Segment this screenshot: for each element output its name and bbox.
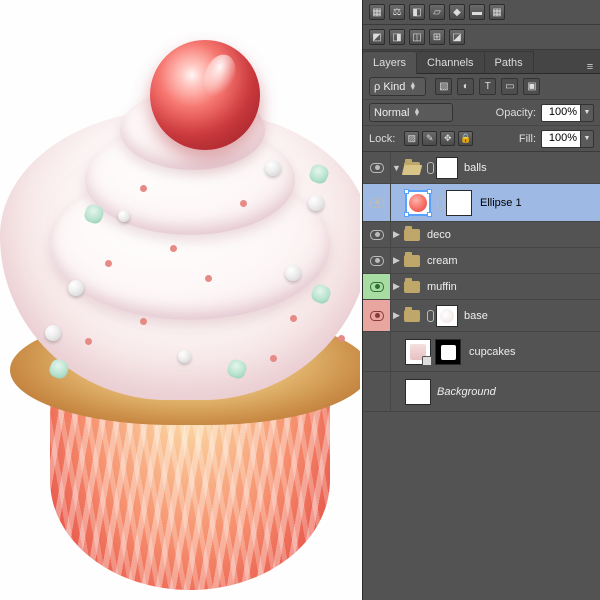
panel-menu-icon[interactable]: ≡: [580, 61, 600, 73]
tab-channels[interactable]: Channels: [417, 51, 484, 73]
visibility-toggle[interactable]: [363, 222, 391, 247]
option-icon[interactable]: ◧: [409, 4, 425, 20]
link-icon: [427, 310, 434, 322]
eye-icon: [370, 282, 384, 292]
layer-row-cupcakes[interactable]: cupcakes: [363, 332, 600, 372]
filter-type-icon[interactable]: T: [479, 78, 496, 95]
option-icon[interactable]: ◫: [409, 29, 425, 45]
option-icon[interactable]: ▱: [429, 4, 445, 20]
mask-thumbnail[interactable]: [435, 339, 461, 365]
opacity-input[interactable]: 100%: [541, 104, 581, 122]
panel-dock: ▦ ⚖ ◧ ▱ ◆ ▬ ▦ ◩ ◨ ◫ ⊞ ◪ Layers Channels …: [362, 0, 600, 600]
chevron-updown-icon: ▲▼: [413, 109, 425, 117]
visibility-toggle[interactable]: [363, 248, 391, 273]
option-icon[interactable]: ◪: [449, 29, 465, 45]
folder-icon: [404, 229, 420, 241]
layer-row-base[interactable]: ▶ base: [363, 300, 600, 332]
lock-label: Lock:: [369, 133, 395, 145]
filter-shape-icon[interactable]: ▭: [501, 78, 518, 95]
eye-icon: [370, 230, 384, 240]
mask-thumbnail[interactable]: [446, 190, 472, 216]
disclosure-triangle[interactable]: ▼: [391, 162, 402, 173]
visibility-toggle[interactable]: [363, 332, 391, 371]
mask-thumbnail[interactable]: [436, 305, 458, 327]
link-icon: [437, 197, 444, 209]
fill-label: Fill:: [519, 133, 536, 145]
option-icon[interactable]: ▦: [369, 4, 385, 20]
lock-position-icon[interactable]: ✥: [440, 131, 455, 146]
disclosure-triangle[interactable]: ▶: [391, 229, 402, 240]
fill-input[interactable]: 100%: [541, 130, 581, 148]
blend-mode-select[interactable]: Normal ▲▼: [369, 103, 453, 122]
lock-row: Lock: ▨ ✎ ✥ 🔒 Fill: 100% ▼: [363, 126, 600, 152]
layer-list: ▼ balls Ellipse 1 ▶ deco: [363, 152, 600, 412]
option-icon[interactable]: ◨: [389, 29, 405, 45]
opacity-label: Opacity:: [496, 107, 536, 119]
lock-all-icon[interactable]: 🔒: [458, 131, 473, 146]
disclosure-triangle[interactable]: ▶: [391, 281, 402, 292]
visibility-toggle[interactable]: [363, 300, 391, 331]
mask-thumbnail[interactable]: [436, 157, 458, 179]
visibility-toggle[interactable]: [363, 372, 391, 411]
blend-row: Normal ▲▼ Opacity: 100% ▼: [363, 100, 600, 126]
option-icon[interactable]: ◩: [369, 29, 385, 45]
search-icon: ρ: [374, 81, 380, 93]
visibility-toggle[interactable]: [363, 184, 391, 221]
filter-adjust-icon[interactable]: ◐: [457, 78, 474, 95]
folder-icon: [404, 310, 420, 322]
option-icon[interactable]: ⊞: [429, 29, 445, 45]
folder-icon: [404, 281, 420, 293]
disclosure-triangle[interactable]: ▶: [391, 310, 402, 321]
chevron-down-icon[interactable]: ▼: [581, 104, 594, 122]
folder-icon: [404, 255, 420, 267]
folder-icon: [404, 162, 420, 174]
link-icon: [427, 162, 434, 174]
tab-paths[interactable]: Paths: [485, 51, 534, 73]
layer-row-muffin[interactable]: ▶ muffin: [363, 274, 600, 300]
eye-icon: [370, 163, 384, 173]
cupcake-illustration: [0, 50, 360, 600]
layer-thumbnail[interactable]: [405, 379, 431, 405]
visibility-toggle[interactable]: [363, 152, 391, 183]
option-icon[interactable]: ⚖: [389, 4, 405, 20]
filter-pixel-icon[interactable]: ▧: [435, 78, 452, 95]
canvas-area: [0, 0, 360, 600]
filter-kind-select[interactable]: ρ Kind ▲▼: [369, 77, 426, 96]
lock-transparent-icon[interactable]: ▨: [404, 131, 419, 146]
visibility-toggle[interactable]: [363, 274, 391, 299]
tab-layers[interactable]: Layers: [363, 51, 417, 74]
lock-pixels-icon[interactable]: ✎: [422, 131, 437, 146]
panel-tabs: Layers Channels Paths ≡: [363, 50, 600, 74]
disclosure-triangle[interactable]: ▶: [391, 255, 402, 266]
layer-row-deco[interactable]: ▶ deco: [363, 222, 600, 248]
layer-row-background[interactable]: Background: [363, 372, 600, 412]
layer-thumbnail[interactable]: [405, 339, 431, 365]
eye-icon: [370, 256, 384, 266]
chevron-down-icon[interactable]: ▼: [581, 130, 594, 148]
layer-row-ellipse1[interactable]: Ellipse 1: [363, 184, 600, 222]
options-bar-row1: ▦ ⚖ ◧ ▱ ◆ ▬ ▦: [363, 0, 600, 25]
filter-smart-icon[interactable]: ▣: [523, 78, 540, 95]
option-icon[interactable]: ▬: [469, 4, 485, 20]
chevron-updown-icon: ▲▼: [409, 83, 421, 91]
layer-row-balls[interactable]: ▼ balls: [363, 152, 600, 184]
option-icon[interactable]: ◆: [449, 4, 465, 20]
smart-object-icon: [422, 356, 432, 366]
option-icon[interactable]: ▦: [489, 4, 505, 20]
layer-filter-row: ρ Kind ▲▼ ▧ ◐ T ▭ ▣: [363, 74, 600, 100]
cherry-ball: [150, 40, 260, 150]
eye-icon: [370, 311, 384, 321]
options-bar-row2: ◩ ◨ ◫ ⊞ ◪: [363, 25, 600, 50]
layer-thumbnail[interactable]: [405, 190, 431, 216]
layer-row-cream[interactable]: ▶ cream: [363, 248, 600, 274]
eye-icon: [370, 198, 384, 208]
